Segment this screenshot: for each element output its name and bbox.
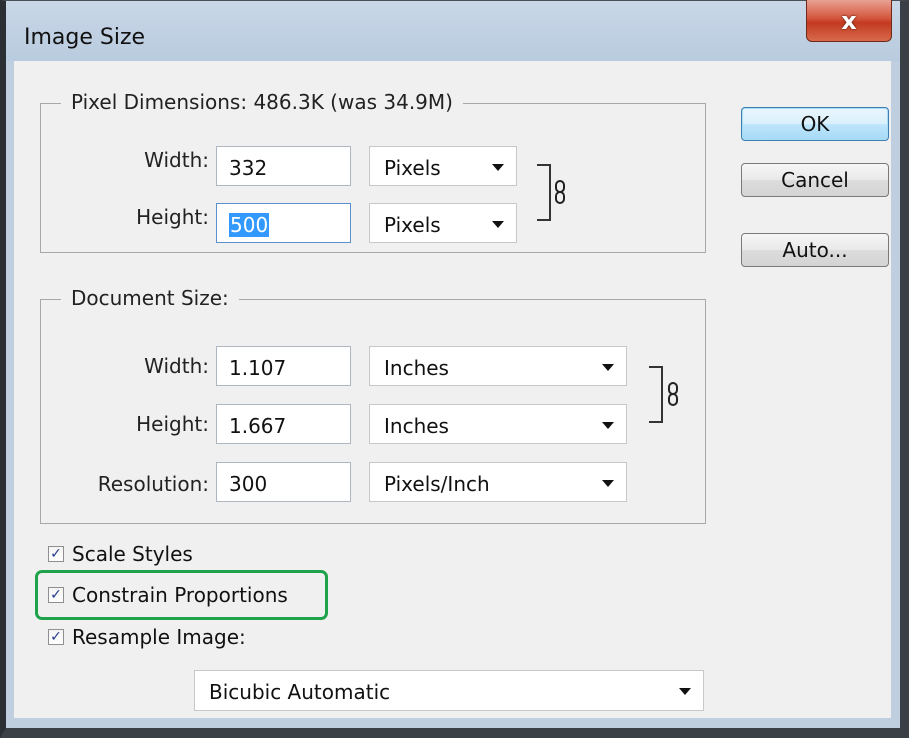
resample-image-label: Resample Image:: [72, 625, 246, 649]
chevron-down-icon: [602, 480, 614, 487]
constrain-proportions-label: Constrain Proportions: [72, 583, 288, 607]
chevron-down-icon: [602, 422, 614, 429]
doc-height-unit-value: Inches: [384, 414, 449, 438]
scale-styles-option[interactable]: ✓ Scale Styles: [48, 542, 193, 566]
resolution-input[interactable]: 300: [216, 462, 351, 502]
chevron-down-icon: [602, 364, 614, 371]
scale-styles-checkbox[interactable]: ✓: [48, 546, 64, 562]
document-link-bracket: [649, 366, 663, 423]
doc-height-label: Height:: [136, 412, 209, 436]
chain-link-icon[interactable]: [667, 382, 679, 406]
doc-width-value: 1.107: [229, 356, 287, 380]
chevron-down-icon: [492, 164, 504, 171]
checkmark-icon: ✓: [50, 546, 62, 562]
title-bar[interactable]: Image Size x: [6, 0, 900, 61]
resample-method-value: Bicubic Automatic: [209, 680, 391, 704]
resolution-unit-select[interactable]: Pixels/Inch: [369, 462, 627, 502]
resample-image-option[interactable]: ✓ Resample Image:: [48, 625, 246, 649]
doc-width-input[interactable]: 1.107: [216, 346, 351, 386]
dialog-body: Pixel Dimensions: 486.3K (was 34.9M) Wid…: [14, 61, 891, 718]
pixel-width-value: 332: [229, 156, 268, 180]
chevron-down-icon: [679, 688, 691, 695]
auto-button[interactable]: Auto...: [741, 233, 889, 267]
close-icon: x: [841, 6, 857, 35]
doc-width-unit-select[interactable]: Inches: [369, 346, 627, 386]
pixel-width-unit-value: Pixels: [384, 156, 441, 180]
chain-link-icon[interactable]: [554, 180, 566, 204]
doc-width-unit-value: Inches: [384, 356, 449, 380]
pixel-width-input[interactable]: 332: [216, 146, 351, 186]
pixel-height-label: Height:: [136, 205, 209, 229]
close-button[interactable]: x: [806, 0, 892, 42]
doc-height-unit-select[interactable]: Inches: [369, 404, 627, 444]
pixel-height-unit-select[interactable]: Pixels: [369, 203, 517, 243]
checkmark-icon: ✓: [50, 629, 62, 645]
dialog-window: Image Size x Pixel Dimensions: 486.3K (w…: [0, 0, 909, 738]
pixel-height-unit-value: Pixels: [384, 213, 441, 237]
window-title: Image Size: [24, 25, 146, 50]
ok-button[interactable]: OK: [741, 107, 889, 141]
resolution-value: 300: [229, 472, 268, 496]
pixel-link-bracket: [537, 164, 551, 221]
pixel-dimensions-group: Pixel Dimensions: 486.3K (was 34.9M) Wid…: [40, 90, 706, 253]
constrain-proportions-option[interactable]: ✓ Constrain Proportions: [48, 583, 288, 607]
checkmark-icon: ✓: [50, 587, 62, 603]
resolution-unit-value: Pixels/Inch: [384, 472, 490, 496]
pixel-height-value-selected: 500: [229, 213, 270, 237]
pixel-height-input[interactable]: 500: [216, 203, 351, 243]
doc-height-input[interactable]: 1.667: [216, 404, 351, 444]
pixel-dimensions-title: Pixel Dimensions: 486.3K (was 34.9M): [61, 90, 463, 114]
pixel-width-unit-select[interactable]: Pixels: [369, 146, 517, 186]
document-size-group: Document Size: Width: 1.107 Inches Heigh…: [40, 286, 706, 524]
pixel-width-label: Width:: [144, 148, 209, 172]
doc-height-value: 1.667: [229, 414, 287, 438]
resample-method-select[interactable]: Bicubic Automatic: [194, 670, 704, 711]
resolution-label: Resolution:: [97, 472, 209, 496]
resample-image-checkbox[interactable]: ✓: [48, 629, 64, 645]
doc-width-label: Width:: [144, 354, 209, 378]
constrain-proportions-checkbox[interactable]: ✓: [48, 587, 64, 603]
document-size-title: Document Size:: [61, 286, 239, 310]
scale-styles-label: Scale Styles: [72, 542, 193, 566]
cancel-button[interactable]: Cancel: [741, 163, 889, 197]
chevron-down-icon: [492, 221, 504, 228]
